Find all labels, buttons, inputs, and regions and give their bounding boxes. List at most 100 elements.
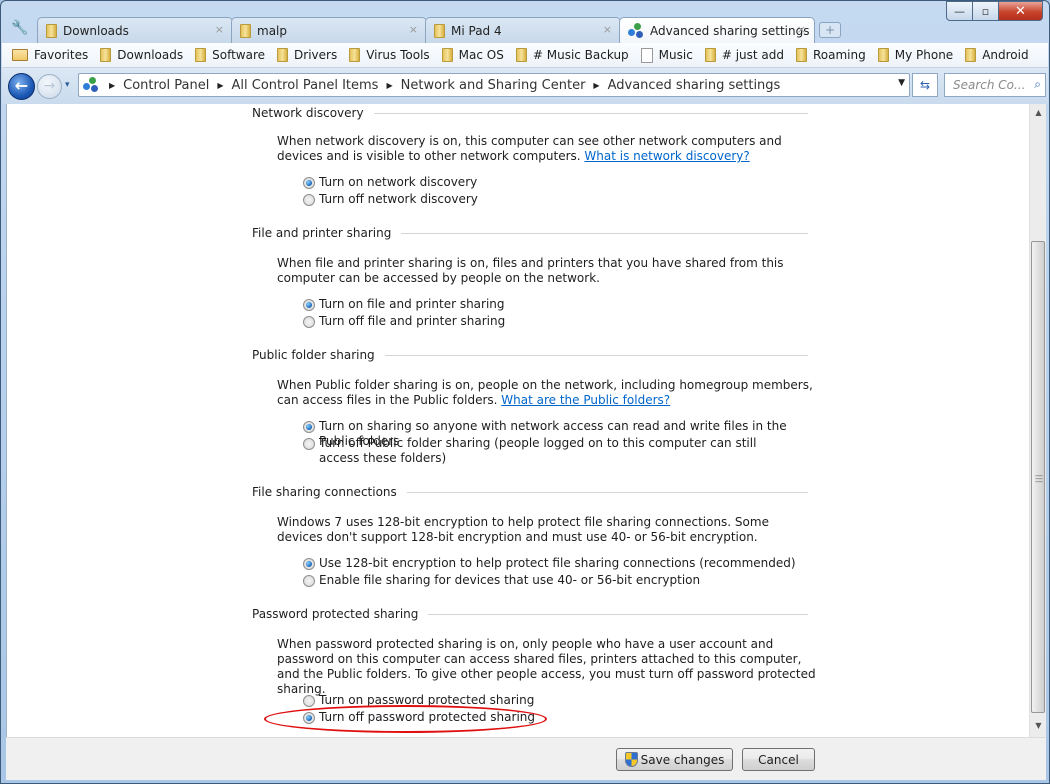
bookmark-label: Roaming [813, 48, 866, 62]
radio-button[interactable] [303, 695, 315, 707]
divider [428, 613, 808, 615]
tab-mi-pad-4[interactable]: Mi Pad 4 × [425, 17, 621, 43]
divider [401, 232, 808, 234]
save-changes-button[interactable]: Save changes [616, 748, 733, 771]
breadcrumb-arrow-icon[interactable]: ▶ [109, 81, 115, 90]
radio-turn-off-file-and-printer-sharing[interactable]: Turn off file and printer sharing [303, 314, 823, 329]
tab-malp[interactable]: malp × [231, 17, 427, 43]
section-public-folder-sharing: Public folder sharing [252, 348, 808, 362]
search-icon[interactable]: ⌕ [1034, 77, 1041, 92]
radio-turn-off-public-folder-sharing[interactable]: Turn off Public folder sharing (people l… [303, 436, 793, 466]
forward-button[interactable]: → [37, 74, 62, 99]
bookmark-drivers[interactable]: Drivers [277, 48, 337, 62]
bookmark-label: Mac OS [458, 48, 504, 62]
breadcrumb-advanced-sharing-settings[interactable]: Advanced sharing settings [608, 78, 781, 93]
bookmark-software[interactable]: Software [195, 48, 265, 62]
refresh-button[interactable]: ⇆ [912, 73, 938, 97]
radio-turn-off-password-protected-sharing[interactable]: Turn off password protected sharing [303, 710, 823, 725]
radio-turn-off-network-discovery[interactable]: Turn off network discovery [303, 192, 823, 207]
radio-button-checked[interactable] [303, 712, 315, 724]
new-tab-button[interactable]: + [819, 22, 841, 38]
bookmark-music[interactable]: Music [640, 47, 693, 63]
radio-turn-on-password-protected-sharing[interactable]: Turn on password protected sharing [303, 693, 823, 708]
section-description: When network discovery is on, this compu… [277, 134, 782, 163]
breadcrumb-network-and-sharing-center[interactable]: Network and Sharing Center [401, 78, 586, 93]
what-is-network-discovery-link[interactable]: What is network discovery? [584, 149, 749, 163]
tab-advanced-sharing-settings[interactable]: Advanced sharing settings × [619, 17, 815, 43]
what-are-the-public-folders-link[interactable]: What are the Public folders? [501, 393, 670, 407]
tab-strip: 🔧 Downloads × malp × Mi Pad 4 × Advanced… [1, 17, 1050, 43]
section-title: Password protected sharing [252, 607, 419, 621]
back-button[interactable]: ← [8, 73, 35, 100]
save-label: Save changes [640, 752, 725, 767]
bookmark-favorites[interactable]: Favorites [12, 48, 88, 62]
tab-label: Mi Pad 4 [451, 23, 502, 38]
section-password-protected-sharing: Password protected sharing [252, 607, 808, 621]
bookmark-label: Software [212, 48, 266, 62]
bookmark-roaming[interactable]: Roaming [796, 48, 866, 62]
section-file-and-printer-sharing: File and printer sharing [252, 226, 808, 240]
tab-label: malp [257, 23, 287, 38]
radio-button[interactable] [303, 575, 315, 587]
folder-icon [277, 48, 289, 62]
bookmark-label: # just add [721, 48, 784, 62]
section-title: Public folder sharing [252, 348, 375, 362]
bookmark-label: Music [658, 48, 693, 62]
bookmark-label: Android [982, 48, 1029, 62]
grip-icon: — — — [1035, 471, 1043, 486]
bookmark-label: Downloads [117, 48, 184, 62]
uac-shield-icon [624, 752, 638, 767]
breadcrumb-control-panel[interactable]: Control Panel [123, 78, 209, 93]
cancel-label: Cancel [758, 752, 799, 767]
search-input[interactable]: Search Co... ⌕ [944, 73, 1046, 97]
tab-close-icon[interactable]: × [797, 23, 806, 36]
address-dropdown-icon[interactable]: ▼ [898, 78, 905, 88]
vertical-scrollbar[interactable]: ▲ — — — ▼ [1029, 104, 1046, 737]
radio-turn-on-network-discovery[interactable]: Turn on network discovery [303, 175, 823, 190]
radio-use-128-bit-encryption[interactable]: Use 128-bit encryption to help protect f… [303, 556, 823, 571]
history-dropdown-icon[interactable]: ▾ [65, 80, 70, 90]
tab-close-icon[interactable]: × [215, 23, 224, 36]
bookmark-android[interactable]: Android [965, 48, 1029, 62]
bookmark-my-phone[interactable]: My Phone [877, 48, 953, 62]
divider [373, 112, 808, 114]
bookmark-mac-os[interactable]: Mac OS [441, 48, 504, 62]
radio-button-checked[interactable] [303, 177, 315, 189]
bookmark-downloads[interactable]: Downloads [100, 48, 183, 62]
scroll-up-arrow-icon[interactable]: ▲ [1030, 108, 1047, 120]
breadcrumb-all-control-panel-items[interactable]: All Control Panel Items [232, 78, 379, 93]
breadcrumb-arrow-icon[interactable]: ▶ [593, 81, 599, 90]
address-bar[interactable]: ▶ Control Panel ▶ All Control Panel Item… [78, 73, 910, 97]
radio-button-checked[interactable] [303, 299, 315, 311]
tab-downloads[interactable]: Downloads × [37, 17, 233, 43]
bookmark-just-add[interactable]: # just add [704, 48, 784, 62]
radio-enable-40-56-bit-encryption[interactable]: Enable file sharing for devices that use… [303, 573, 823, 588]
radio-button[interactable] [303, 194, 315, 206]
section-description: When Public folder sharing is on, people… [277, 378, 813, 407]
scroll-down-arrow-icon[interactable]: ▼ [1030, 721, 1047, 733]
section-title: Network discovery [252, 106, 364, 120]
radio-button-checked[interactable] [303, 421, 315, 433]
folder-icon [100, 48, 112, 62]
breadcrumb-arrow-icon[interactable]: ▶ [386, 81, 392, 90]
tab-close-icon[interactable]: × [603, 23, 612, 36]
bookmark-virus-tools[interactable]: Virus Tools [349, 48, 430, 62]
radio-turn-on-file-and-printer-sharing[interactable]: Turn on file and printer sharing [303, 297, 823, 312]
radio-button[interactable] [303, 316, 315, 328]
breadcrumb-arrow-icon[interactable]: ▶ [217, 81, 223, 90]
wrench-icon[interactable]: 🔧 [11, 20, 28, 36]
page-icon [640, 47, 653, 63]
scrollbar-thumb[interactable]: — — — [1031, 241, 1045, 713]
section-network-discovery: Network discovery [252, 106, 808, 120]
radio-button-checked[interactable] [303, 558, 315, 570]
bookmark-label: # Music Backup [532, 48, 629, 62]
radio-button[interactable] [303, 438, 315, 450]
tab-label: Advanced sharing settings [650, 23, 810, 38]
section-file-sharing-connections: File sharing connections [252, 485, 808, 499]
browser-window: — ▫ ✕ 🔧 Downloads × malp × Mi Pad 4 × Ad… [0, 0, 1050, 784]
bookmark-label: Drivers [294, 48, 338, 62]
tab-close-icon[interactable]: × [409, 23, 418, 36]
bookmark-music-backup[interactable]: # Music Backup [515, 48, 629, 62]
cancel-button[interactable]: Cancel [742, 748, 815, 771]
network-icon [628, 22, 644, 39]
